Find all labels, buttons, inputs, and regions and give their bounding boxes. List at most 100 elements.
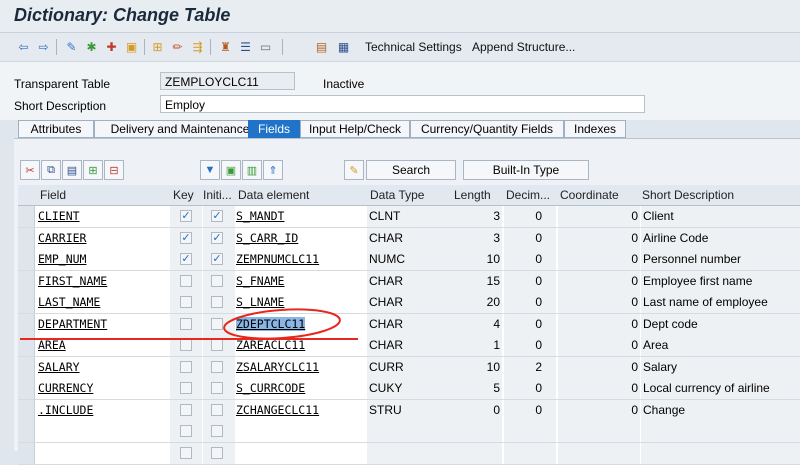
table-row[interactable]: FIRST_NAME S_FNAME CHAR 15 0 0 Employee first …: [18, 270, 800, 293]
table-name-field[interactable]: ZEMPLOYCLC11: [160, 72, 295, 90]
data-element-cell[interactable]: ZSALARYCLC11: [236, 357, 364, 378]
data-element-value[interactable]: ZSALARYCLC11: [236, 360, 319, 374]
key-checkbox[interactable]: [180, 403, 192, 416]
initial-checkbox[interactable]: [211, 296, 223, 308]
initial-checkbox[interactable]: [211, 317, 223, 330]
key-checkbox[interactable]: [180, 382, 192, 394]
table-icon[interactable]: ▦: [336, 39, 351, 54]
tab-input-help-check[interactable]: Input Help/Check: [300, 120, 410, 138]
forward-arrow-icon[interactable]: ⇨: [36, 39, 51, 54]
key-checkbox[interactable]: [180, 274, 192, 287]
short-description-input[interactable]: Employ: [160, 95, 645, 113]
technical-settings-button[interactable]: Technical Settings: [365, 40, 462, 54]
table-row[interactable]: CARRIER ✓ ✓ S_CARR_ID CHAR 3 0 0 Airline Code: [18, 227, 800, 250]
data-element-value[interactable]: S_FNAME: [236, 274, 284, 288]
graphics-icon[interactable]: ▤: [314, 39, 329, 54]
data-element-cell[interactable]: S_FNAME: [236, 271, 364, 292]
field-name-cell[interactable]: EMP_NUM: [38, 249, 166, 270]
builtin-type-button[interactable]: Built-In Type: [463, 160, 589, 180]
cut-icon[interactable]: ✂: [20, 160, 40, 180]
key-checkbox[interactable]: [180, 446, 192, 459]
key-checkbox[interactable]: [180, 360, 192, 373]
data-element-value[interactable]: ZCHANGECLC11: [236, 403, 319, 417]
table-row[interactable]: DEPARTMENT ZDEPTCLC11 CHAR 4 0 0 Dept code: [18, 313, 800, 336]
row-selector[interactable]: [18, 227, 35, 249]
tab-delivery-maintenance[interactable]: Delivery and Maintenance: [94, 120, 266, 138]
field-name-cell[interactable]: .INCLUDE: [38, 400, 166, 421]
initial-checkbox[interactable]: ✓: [211, 210, 223, 222]
row-selector[interactable]: [18, 313, 35, 335]
where-used-icon[interactable]: ▣: [124, 39, 139, 54]
key-checkbox[interactable]: [180, 317, 192, 330]
field-name-cell[interactable]: CLIENT: [38, 206, 166, 227]
key-checkbox[interactable]: [180, 339, 192, 351]
data-element-value[interactable]: S_CURRCODE: [236, 381, 305, 395]
field-name-cell[interactable]: DEPARTMENT: [38, 314, 166, 335]
data-element-cell[interactable]: ZDEPTCLC11: [236, 314, 364, 335]
key-checkbox[interactable]: ✓: [180, 231, 192, 244]
initial-checkbox[interactable]: [211, 403, 223, 416]
key-checkbox[interactable]: ✓: [180, 210, 192, 222]
column-header-data-element[interactable]: Data element: [238, 188, 309, 202]
initial-checkbox[interactable]: [211, 446, 223, 459]
copy-icon[interactable]: ⧉: [41, 160, 61, 180]
key-checkbox[interactable]: [180, 296, 192, 308]
object-list-icon[interactable]: ⊞: [150, 39, 165, 54]
field-name-cell[interactable]: FIRST_NAME: [38, 271, 166, 292]
field-name-cell[interactable]: AREA: [38, 335, 166, 356]
column-header-decimals[interactable]: Decim...: [506, 188, 550, 202]
table-row[interactable]: SALARY ZSALARYCLC11 CURR 10 2 0 Salary: [18, 356, 800, 379]
table-row[interactable]: LAST_NAME S_LNAME CHAR 20 0 0 Last name of emp…: [18, 292, 800, 314]
filter-icon[interactable]: ▼: [200, 160, 220, 180]
field-name-cell[interactable]: CARRIER: [38, 228, 166, 249]
initial-checkbox[interactable]: ✓: [211, 253, 223, 265]
row-selector[interactable]: [18, 335, 35, 356]
field-name-cell[interactable]: [38, 421, 166, 442]
data-element-value[interactable]: ZAREACLC11: [236, 338, 305, 352]
list-icon[interactable]: ☰: [238, 39, 253, 54]
key-checkbox[interactable]: [180, 425, 192, 437]
include-icon[interactable]: ▥: [242, 160, 262, 180]
column-header-field[interactable]: Field: [40, 188, 66, 202]
table-row[interactable]: .INCLUDE ZCHANGECLC11 STRU 0 0 0 Change: [18, 399, 800, 422]
initial-checkbox[interactable]: [211, 425, 223, 437]
table-row[interactable]: [18, 442, 800, 465]
column-header-short-description[interactable]: Short Description: [642, 188, 734, 202]
row-selector[interactable]: [18, 292, 35, 313]
table-row[interactable]: CURRENCY S_CURRCODE CUKY 5 0 0 Local currency …: [18, 378, 800, 400]
initial-checkbox[interactable]: [211, 274, 223, 287]
data-element-value[interactable]: S_MANDT: [236, 209, 284, 223]
structure-icon[interactable]: ▣: [221, 160, 241, 180]
data-element-cell[interactable]: S_MANDT: [236, 206, 364, 227]
data-element-cell[interactable]: [236, 421, 364, 442]
delete-row-icon[interactable]: ⊟: [104, 160, 124, 180]
field-name-cell[interactable]: LAST_NAME: [38, 292, 166, 313]
field-name-cell[interactable]: CURRENCY: [38, 378, 166, 399]
tab-indexes[interactable]: Indexes: [564, 120, 626, 138]
insert-row-icon[interactable]: ⊞: [83, 160, 103, 180]
data-element-value[interactable]: ZDEPTCLC11: [236, 316, 306, 331]
field-name-cell[interactable]: [38, 443, 166, 464]
row-selector[interactable]: [18, 378, 35, 399]
table-row[interactable]: EMP_NUM ✓ ✓ ZEMPNUMCLC11 NUMC 10 0 0 Personnel n…: [18, 249, 800, 271]
row-selector[interactable]: [18, 249, 35, 270]
data-element-value[interactable]: ZEMPNUMCLC11: [236, 252, 319, 266]
data-element-cell[interactable]: S_CURRCODE: [236, 378, 364, 399]
data-element-cell[interactable]: ZAREACLC11: [236, 335, 364, 356]
data-element-cell[interactable]: S_CARR_ID: [236, 228, 364, 249]
tab-attributes[interactable]: Attributes: [18, 120, 94, 138]
column-header-initial[interactable]: Initi...: [203, 188, 232, 202]
row-selector[interactable]: [18, 270, 35, 292]
key-checkbox[interactable]: ✓: [180, 253, 192, 265]
navigation-icon[interactable]: ⇶: [190, 39, 205, 54]
row-selector[interactable]: [18, 356, 35, 378]
column-header-length[interactable]: Length: [454, 188, 491, 202]
back-arrow-icon[interactable]: ⇦: [16, 39, 31, 54]
column-header-key[interactable]: Key: [173, 188, 194, 202]
paste-icon[interactable]: ▤: [62, 160, 82, 180]
display-change-icon[interactable]: ✎: [64, 39, 79, 54]
table-row[interactable]: AREA ZAREACLC11 CHAR 1 0 0 Area: [18, 335, 800, 357]
initial-checkbox[interactable]: ✓: [211, 231, 223, 244]
pencil-icon[interactable]: ✏: [170, 39, 185, 54]
window-icon[interactable]: ▭: [258, 39, 273, 54]
